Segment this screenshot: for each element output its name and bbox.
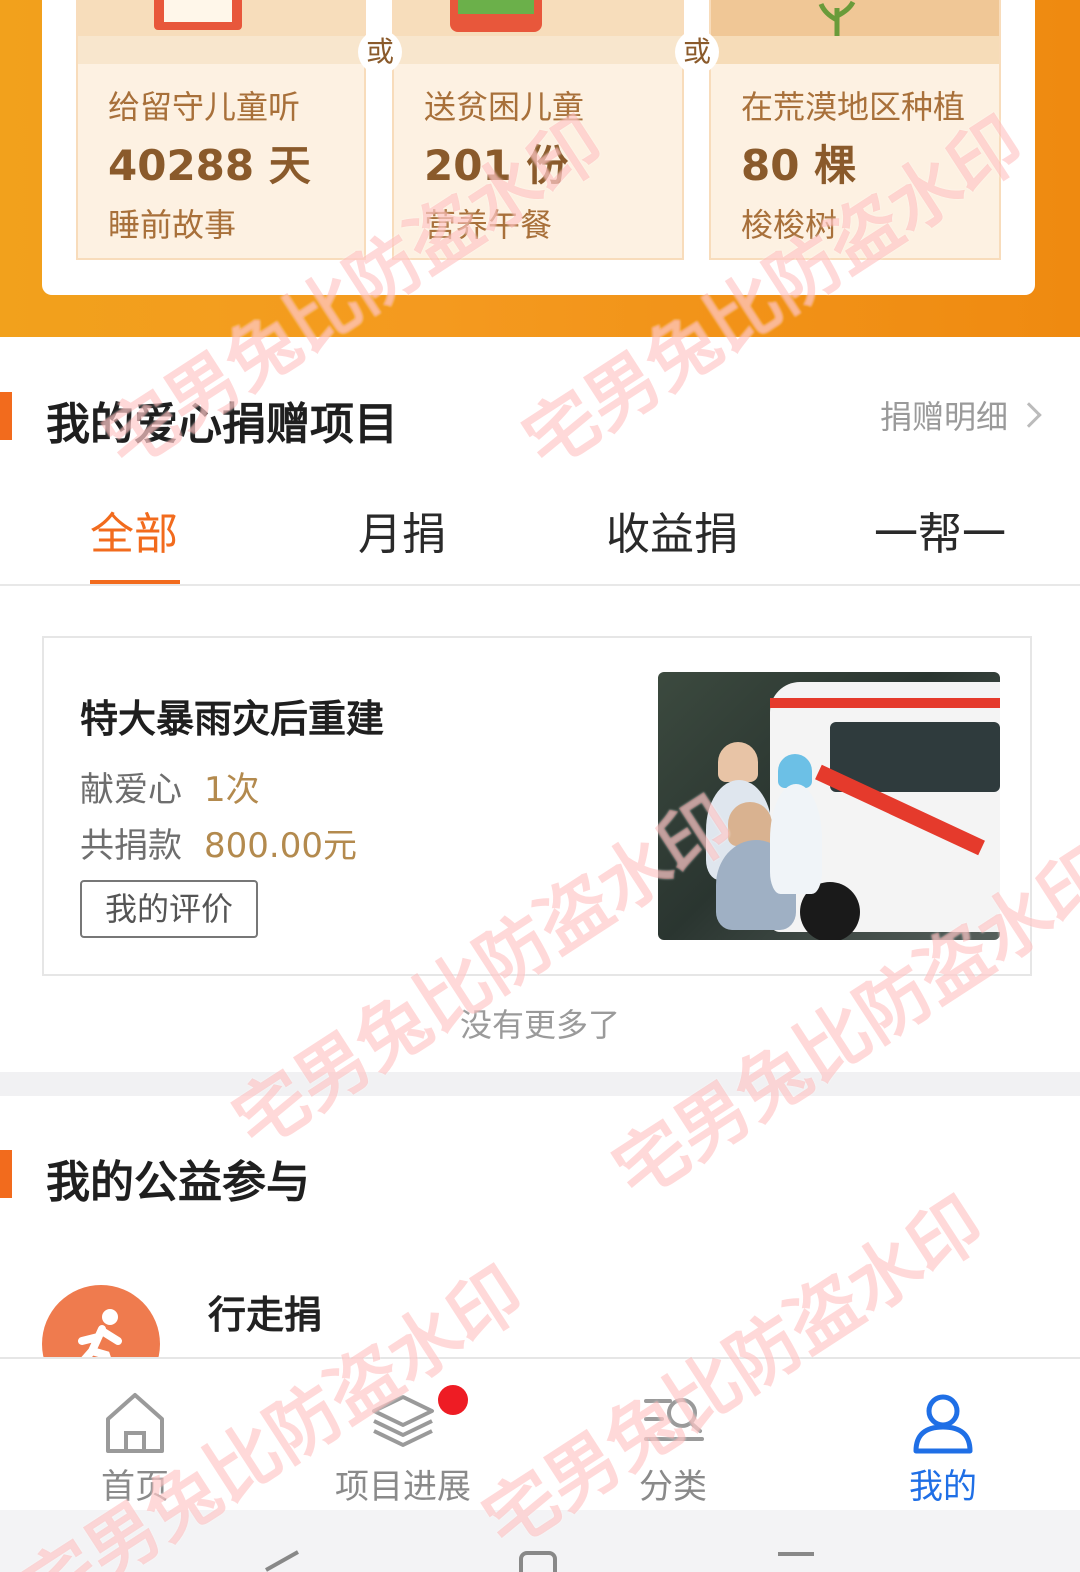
impact-item-stories[interactable]: 给留守儿童听 40288 天 睡前故事 <box>76 0 366 260</box>
lunchbox-illustration <box>394 0 682 36</box>
impact-line3: 梭梭树 <box>741 206 838 244</box>
participation-section-title: 我的公益参与 <box>46 1157 310 1208</box>
recent-apps-icon[interactable] <box>776 1550 816 1572</box>
my-evaluation-button[interactable]: 我的评价 <box>80 880 258 938</box>
bottom-navigation: 首页 项目进展 分类 我的 <box>0 1357 1080 1509</box>
impact-banner: 给留守儿童听 40288 天 睡前故事 送贫困儿童 201 份 营养午餐 在荒漠… <box>0 0 1080 337</box>
book-illustration <box>78 0 364 36</box>
category-search-icon <box>644 1398 704 1441</box>
donations-section-title: 我的爱心捐赠项目 <box>46 399 398 450</box>
impact-value: 40288 天 <box>108 141 311 190</box>
section-accent-bar <box>0 392 12 440</box>
love-count-label: 献爱心 <box>80 770 182 810</box>
chevron-right-icon <box>1016 402 1042 428</box>
nav-home[interactable]: 首页 <box>0 1359 270 1509</box>
donation-details-label: 捐赠明细 <box>879 398 1008 436</box>
tab-all[interactable]: 全部 <box>90 498 178 562</box>
impact-line1: 给留守儿童听 <box>108 88 301 126</box>
impact-item-trees[interactable]: 在荒漠地区种植 80 棵 梭梭树 <box>709 0 1001 260</box>
project-card[interactable]: 特大暴雨灾后重建 献爱心 1次 共捐款 800.00元 我的评价 <box>42 636 1032 976</box>
impact-value: 80 棵 <box>741 141 857 190</box>
donation-details-link[interactable]: 捐赠明细 <box>879 392 1042 438</box>
system-navigation-bar <box>0 1510 1080 1572</box>
section-accent-bar <box>0 1150 12 1198</box>
tab-income[interactable]: 收益捐 <box>606 498 738 562</box>
nav-project-progress[interactable]: 项目进展 <box>268 1359 538 1509</box>
nav-category-label: 分类 <box>639 1467 707 1507</box>
section-divider <box>0 1072 1080 1096</box>
impact-line1: 送贫困儿童 <box>424 88 585 126</box>
layers-icon <box>372 1395 434 1447</box>
donation-tabs: 全部 月捐 收益捐 一帮一 <box>0 478 1080 586</box>
impact-line3: 睡前故事 <box>108 206 237 244</box>
or-badge: 或 <box>675 30 719 74</box>
nav-mine-label: 我的 <box>909 1467 977 1507</box>
notification-badge <box>438 1385 468 1415</box>
no-more-text: 没有更多了 <box>459 1006 620 1044</box>
home-icon <box>106 1393 164 1453</box>
tree-illustration <box>711 0 999 40</box>
impact-value: 201 份 <box>424 141 569 190</box>
user-icon <box>913 1394 973 1454</box>
active-tab-indicator <box>90 580 180 584</box>
amount-label: 共捐款 <box>80 826 182 866</box>
impact-line1: 在荒漠地区种植 <box>741 88 966 126</box>
walking-donation-label[interactable]: 行走捐 <box>208 1284 322 1339</box>
project-title: 特大暴雨灾后重建 <box>80 697 385 741</box>
back-icon[interactable] <box>262 1550 302 1572</box>
impact-card: 给留守儿童听 40288 天 睡前故事 送贫困儿童 201 份 营养午餐 在荒漠… <box>42 0 1035 295</box>
love-count-row: 献爱心 1次 <box>80 762 260 811</box>
impact-line3: 营养午餐 <box>424 206 553 244</box>
tab-one-to-one[interactable]: 一帮一 <box>874 498 1006 562</box>
impact-item-lunch[interactable]: 送贫困儿童 201 份 营养午餐 <box>392 0 684 260</box>
nav-home-label: 首页 <box>101 1467 169 1507</box>
love-count-value: 1次 <box>204 770 260 810</box>
project-photo[interactable] <box>658 672 1000 940</box>
tab-monthly[interactable]: 月捐 <box>358 498 446 562</box>
amount-row: 共捐款 800.00元 <box>80 818 357 867</box>
home-button-icon[interactable] <box>518 1550 558 1572</box>
nav-project-progress-label: 项目进展 <box>335 1467 471 1507</box>
nav-mine[interactable]: 我的 <box>808 1359 1078 1509</box>
nav-category[interactable]: 分类 <box>538 1359 808 1509</box>
or-badge: 或 <box>358 30 402 74</box>
amount-value: 800.00元 <box>204 826 357 866</box>
